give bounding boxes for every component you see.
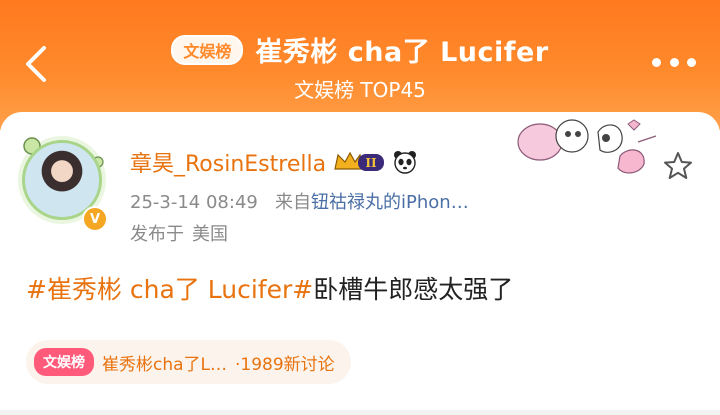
post-body: 卧槽牛郎感太强了	[313, 275, 514, 304]
page-title: 崔秀彬 cha了 Lucifer	[255, 37, 549, 68]
post-location: 发布于 美国	[130, 220, 228, 246]
vip-level: II	[365, 156, 377, 170]
title-row: 文娱榜 崔秀彬 cha了 Lucifer	[0, 30, 720, 69]
location-value: 美国	[192, 224, 228, 245]
divider	[0, 410, 720, 415]
header-bar: 文娱榜 崔秀彬 cha了 Lucifer 文娱榜 TOP45	[0, 0, 720, 130]
topic-link[interactable]: 文娱榜 崔秀彬cha了L… ·1989新讨论	[26, 340, 351, 384]
panda-icon	[394, 151, 417, 174]
sticker-decoration	[517, 119, 657, 174]
post-meta: 25-3-14 08:49 来自钮祜禄丸的iPhon…	[130, 188, 469, 214]
avatar[interactable]: V	[14, 132, 110, 232]
source-prefix: 来自	[275, 192, 312, 213]
source-device[interactable]: 钮祜禄丸的iPhon…	[311, 192, 469, 213]
vip-crown-icon[interactable]: II	[332, 149, 386, 175]
hashtag-link[interactable]: #崔秀彬 cha了 Lucifer#	[26, 275, 313, 304]
location-label: 发布于	[130, 224, 184, 245]
ranking-badge: 文娱榜	[171, 34, 244, 65]
post-card: V 章昊_RosinEstrella II 25-3-14 08:49 来自钮祜…	[0, 112, 720, 415]
topic-discussion-count: ·1989新讨论	[235, 354, 335, 375]
timestamp: 25-3-14 08:49	[130, 192, 258, 213]
page-subtitle: 文娱榜 TOP45	[294, 78, 426, 102]
username[interactable]: 章昊_RosinEstrella	[130, 146, 326, 178]
topic-title: 崔秀彬cha了L…	[102, 354, 228, 375]
post-text: #崔秀彬 cha了 Lucifer#卧槽牛郎感太强了	[26, 270, 513, 306]
user-row: 章昊_RosinEstrella II	[130, 146, 418, 178]
verified-icon: V	[82, 206, 108, 232]
topic-badge: 文娱榜	[34, 348, 94, 376]
more-icon[interactable]	[652, 56, 696, 68]
star-icon[interactable]	[662, 150, 694, 182]
